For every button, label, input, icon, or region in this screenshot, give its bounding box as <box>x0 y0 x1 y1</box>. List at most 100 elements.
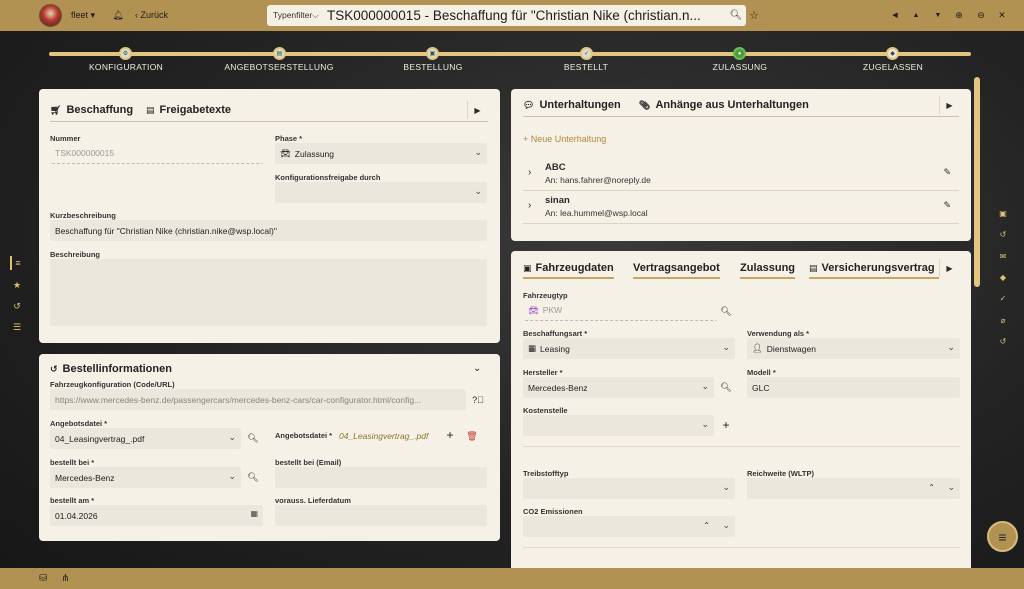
email-input[interactable] <box>275 467 487 488</box>
nummer-label: Nummer <box>50 134 81 143</box>
history-icon[interactable]: ↺ <box>996 227 1010 241</box>
calendar-icon: ▦ <box>528 343 537 353</box>
bestellt-am-input[interactable]: 01.04.2026 ▦ <box>50 505 263 526</box>
car-icon[interactable]: ◆ <box>886 47 899 60</box>
close-icon[interactable]: ✕ <box>994 7 1010 23</box>
kostenstelle-select[interactable]: ⌄ <box>523 415 714 436</box>
kurzbeschreibung-input[interactable]: Beschaffung für "Christian Nike (christi… <box>50 220 487 241</box>
search-icon[interactable]: 🔍︎ <box>720 381 732 393</box>
next-tab-arrow[interactable]: ▶ <box>939 259 959 277</box>
fk-input[interactable]: https://www.mercedes-benz.de/passengerca… <box>50 389 466 410</box>
tab-beschaffung[interactable]: 🛒︎ Beschaffung <box>50 104 133 116</box>
tab-unterhaltungen[interactable]: 💬︎ Unterhaltungen <box>523 99 621 111</box>
chevron-down-icon[interactable]: ⌄ <box>722 520 730 531</box>
divider <box>523 116 959 117</box>
tab-versicherungsvertrag[interactable]: ▤ Versicherungsvertrag <box>809 262 939 279</box>
list-item[interactable]: › sinan An: lea.hummel@wsp.local ✎ <box>523 192 959 224</box>
kosten-label: Kostenstelle <box>523 406 568 415</box>
treibstofftyp-select[interactable]: ⌄ <box>523 478 735 499</box>
trash-icon[interactable]: 🗑︎ <box>466 430 478 442</box>
search-icon[interactable]: 🔍︎ <box>247 432 259 444</box>
cart-icon[interactable]: ▣ <box>426 47 439 60</box>
network-icon[interactable]: ⋔ <box>61 573 69 584</box>
phase-select[interactable]: 🚘︎ Zulassung ⌄ <box>275 143 487 164</box>
hierarchy-icon[interactable]: ⛁ <box>39 573 47 584</box>
arrow-up-icon[interactable]: ▲ <box>908 7 924 23</box>
pencil-icon[interactable]: ✎ <box>943 200 951 211</box>
zoom-in-icon[interactable]: ⊕ <box>951 7 967 23</box>
fk-label: Fahrzeugkonfiguration (Code/URL) <box>50 380 175 389</box>
divider <box>523 446 960 447</box>
calendar-icon[interactable]: ▦ <box>250 509 258 518</box>
tab-fahrzeugdaten[interactable]: ▣ Fahrzeugdaten <box>523 262 614 279</box>
tab-zulassung[interactable]: Zulassung <box>740 262 796 279</box>
lieferdatum-input[interactable] <box>275 505 487 526</box>
history-icon[interactable]: ↺ <box>996 334 1010 348</box>
tab-anhaenge[interactable]: 📎︎ Anhänge aus Unterhaltungen <box>639 99 809 111</box>
user-menu[interactable]: fleet ▾ <box>71 10 95 21</box>
bestell-title: ↺ Bestellinformationen <box>50 363 172 375</box>
bestellt-bei-select[interactable]: Mercedes-Benz ⌄ <box>50 467 241 488</box>
star-icon[interactable]: ☆ <box>746 7 762 23</box>
next-tab-arrow[interactable]: ▶ <box>467 101 487 119</box>
step-label: BESTELLUNG <box>403 62 463 72</box>
check-icon[interactable]: ✓ <box>996 291 1010 305</box>
new-conversation-button[interactable]: + Neue Unterhaltung <box>523 134 606 144</box>
dot-icon[interactable]: ● <box>733 47 746 60</box>
car-icon: 🚘︎ <box>280 148 291 158</box>
arrow-down-icon[interactable]: ▼ <box>930 7 946 23</box>
chevron-down-icon[interactable]: ⌄ <box>947 482 955 493</box>
chevron-up-icon[interactable]: ⌃ <box>703 521 710 530</box>
chevron-up-icon[interactable]: ⌃ <box>928 483 935 492</box>
verwendung-select[interactable]: 👤︎ Dienstwagen ⌄ <box>747 338 960 359</box>
beschreibung-textarea[interactable] <box>50 259 487 326</box>
angebot2-label: Angebotsdatei * <box>275 431 333 440</box>
car-icon[interactable]: ◆ <box>996 270 1010 284</box>
menu-fab-button[interactable]: ≡ <box>987 521 1018 552</box>
zoom-out-icon[interactable]: ⊖ <box>973 7 989 23</box>
help-icon[interactable]: ?⃝ <box>472 394 484 406</box>
type-filter-dropdown[interactable]: Typenfilter⌵ <box>267 10 327 21</box>
paperclip-icon[interactable]: ⌀ <box>996 313 1010 327</box>
bell-icon[interactable]: 🔔︎ <box>110 7 126 23</box>
chat-icon[interactable]: ✉ <box>996 249 1010 263</box>
list-item[interactable]: › ABC An: hans.fahrer@noreply.de ✎ <box>523 159 959 191</box>
cart-icon: 🛒︎ <box>50 104 62 115</box>
tab-vertragsangebot[interactable]: Vertragsangebot <box>633 262 720 279</box>
avatar[interactable] <box>39 4 62 27</box>
chevron-down-icon: ⌄ <box>228 471 236 481</box>
cart-icon[interactable]: ▣ <box>996 206 1010 220</box>
arrow-left-icon[interactable]: ◀ <box>887 7 903 23</box>
angebot-file-link[interactable]: 04_Leasingvertrag_.pdf <box>339 431 428 441</box>
gear-icon[interactable]: ⚙ <box>119 47 132 60</box>
add-icon[interactable]: + <box>720 418 732 432</box>
modell-input[interactable]: GLC <box>747 377 960 398</box>
list-icon[interactable]: ≡ <box>10 256 24 270</box>
search-icon[interactable]: 🔍︎ <box>247 471 259 483</box>
history-icon[interactable]: ↺ <box>10 299 24 313</box>
hersteller-select[interactable]: Mercedes-Benz ⌄ <box>523 377 714 398</box>
chevron-down-icon[interactable]: ⌄ <box>473 363 481 374</box>
star-icon[interactable]: ★ <box>10 278 24 292</box>
kurz-label: Kurzbeschreibung <box>50 211 116 220</box>
beschaffungsart-select[interactable]: ▦ Leasing ⌄ <box>523 338 735 359</box>
reich-label: Reichweite (WLTP) <box>747 469 814 478</box>
document-icon[interactable]: ▤ <box>273 47 286 60</box>
back-button[interactable]: ‹ Zurück <box>135 10 168 20</box>
tab-freigabetexte[interactable]: ▤ Freigabetexte <box>146 104 231 116</box>
fahrzeugtyp-field: 🚘︎ PKW <box>523 300 717 321</box>
konfig-select[interactable]: ⌄ <box>275 182 487 203</box>
checklist-icon[interactable]: ☰ <box>10 320 24 334</box>
check-icon[interactable]: ✓ <box>580 47 593 60</box>
angebot-select[interactable]: 04_Leasingvertrag_.pdf ⌄ <box>50 428 241 449</box>
chevron-down-icon: ⌄ <box>722 342 730 352</box>
search-icon[interactable]: 🔍︎ <box>726 10 746 21</box>
pencil-icon[interactable]: ✎ <box>943 167 951 178</box>
next-tab-arrow[interactable]: ▶ <box>939 96 959 114</box>
search-input[interactable]: TSK000000015 - Beschaffung für "Christia… <box>327 8 726 23</box>
search-icon[interactable]: 🔍︎ <box>720 305 732 317</box>
scrollbar[interactable] <box>974 77 980 287</box>
reichweite-input[interactable]: ⌃ ⌄ <box>747 478 960 499</box>
add-icon[interactable]: + <box>444 428 456 442</box>
co2-input[interactable]: ⌃ ⌄ <box>523 516 735 537</box>
